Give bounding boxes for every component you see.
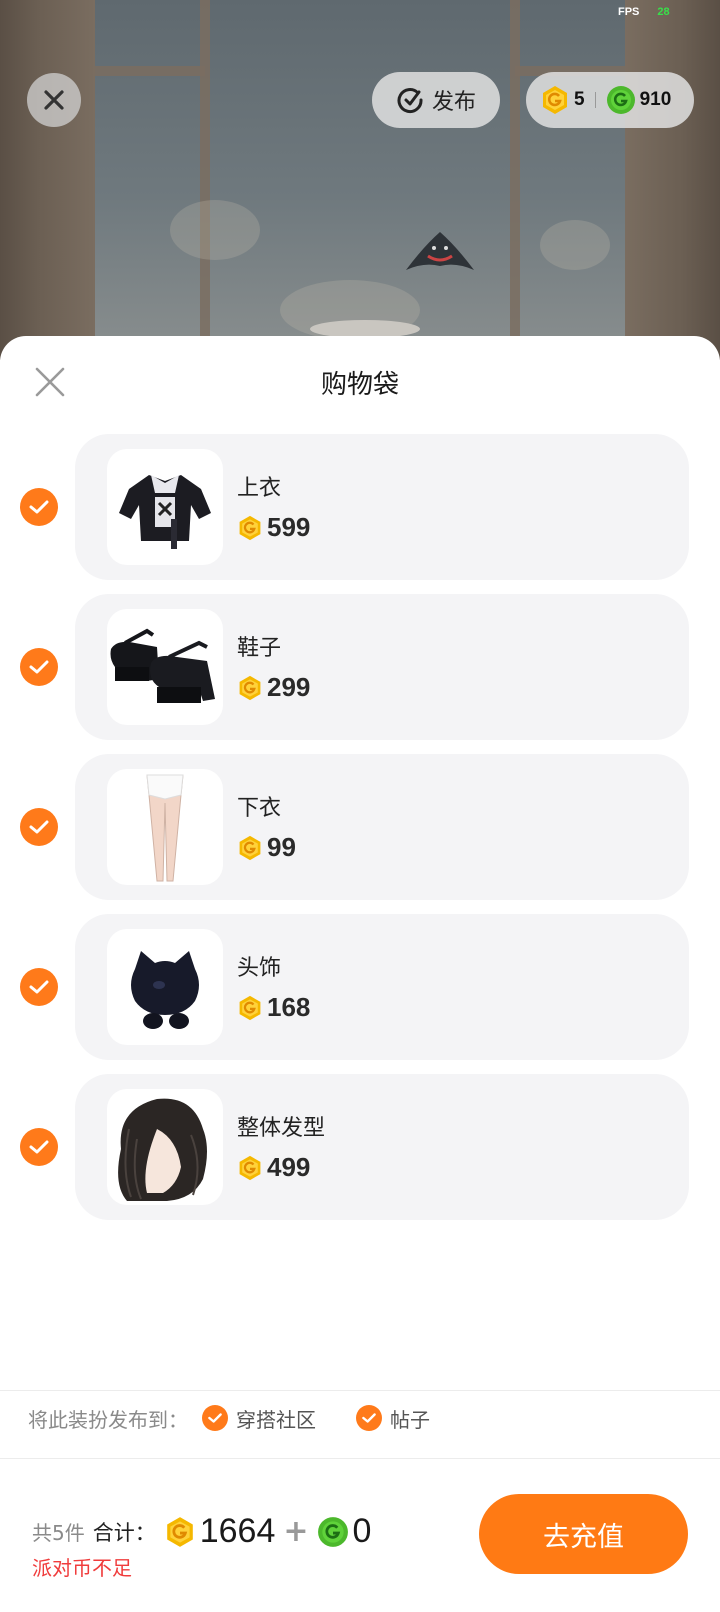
fps-counter: FPS 28 (618, 6, 670, 18)
item-name: 鞋子 (237, 636, 282, 661)
gold-coin-icon (237, 675, 263, 701)
tights-icon (146, 774, 184, 882)
gold-coin-balance: 5 (574, 89, 585, 110)
total-label: 合计： (92, 1520, 156, 1545)
currency-balance[interactable]: 5 910 (526, 72, 694, 128)
cart-item: 鞋子 299 (0, 594, 720, 740)
item-count: 共5件 (32, 1521, 85, 1545)
section-divider (0, 1390, 720, 1391)
item-checkbox[interactable] (20, 1128, 58, 1166)
item-thumbnail (107, 1089, 223, 1205)
publish-option-post[interactable]: 帖子 (356, 1404, 430, 1433)
cart-item: 上衣 599 (0, 434, 720, 580)
close-icon (44, 90, 64, 110)
avatar-scene-background (0, 0, 720, 360)
item-thumbnail (107, 929, 223, 1045)
cat-headpiece-icon (131, 951, 199, 1029)
checkmark-icon (29, 1140, 49, 1154)
green-coin-icon (606, 85, 636, 115)
section-divider (0, 1458, 720, 1459)
checkmark-icon (29, 660, 49, 674)
item-thumbnail (107, 449, 223, 565)
gold-coin-icon (237, 995, 263, 1021)
item-checkbox[interactable] (20, 968, 58, 1006)
gold-coin-icon (237, 515, 263, 541)
checkmark-icon (29, 980, 49, 994)
item-price: 299 (237, 672, 310, 703)
green-coin-balance: 910 (639, 89, 672, 110)
item-price: 599 (237, 512, 310, 543)
item-card[interactable]: 头饰 168 (75, 914, 689, 1060)
item-card[interactable]: 上衣 599 (75, 434, 689, 580)
item-thumbnail (107, 769, 223, 885)
sheet-title: 购物袋 (320, 370, 399, 400)
item-price-value: 99 (267, 832, 296, 862)
publish-to-row: 将此装扮发布到： 穿搭社区 帖子 (28, 1398, 430, 1438)
item-price: 168 (237, 992, 310, 1023)
item-name: 下衣 (237, 796, 282, 821)
checkmark-icon (29, 820, 49, 834)
green-coin-icon (317, 1516, 349, 1548)
publish-icon (397, 88, 423, 114)
item-price-value: 299 (267, 672, 311, 702)
publish-to-label: 将此装扮发布到： (28, 1407, 188, 1432)
item-checkbox[interactable] (20, 808, 58, 846)
plus-sign: + (283, 1514, 309, 1549)
shoes-icon (110, 628, 215, 703)
item-price-value: 168 (267, 992, 311, 1022)
item-name: 整体发型 (237, 1116, 326, 1141)
item-thumbnail (107, 609, 223, 725)
recharge-button[interactable]: 去充值 (479, 1494, 688, 1574)
fps-label: FPS (618, 6, 640, 18)
item-checkbox[interactable] (20, 488, 58, 526)
balance-divider (594, 92, 596, 108)
close-scene-button[interactable] (27, 73, 81, 127)
order-summary: 共5件 合计： 1664 + 0 派对币不足 (32, 1486, 452, 1580)
fps-value: 28 (657, 6, 670, 18)
item-checkbox[interactable] (20, 648, 58, 686)
checkmark-icon (202, 1405, 228, 1431)
shopping-bag-sheet: 购物袋 上衣 599 鞋子 299 下衣 99 头饰 168 整体发型 499 … (0, 336, 720, 1612)
green-total: 0 (352, 1512, 372, 1550)
gold-coin-icon (540, 85, 570, 115)
cart-item: 下衣 99 (0, 754, 720, 900)
shark-toy-icon (406, 232, 474, 270)
cart-item: 头饰 168 (0, 914, 720, 1060)
item-card[interactable]: 下衣 99 (75, 754, 689, 900)
checkmark-icon (356, 1405, 382, 1431)
item-price: 99 (237, 832, 296, 863)
item-name: 头饰 (237, 956, 282, 981)
gold-coin-icon (237, 835, 263, 861)
item-price: 499 (237, 1152, 310, 1183)
item-name: 上衣 (237, 476, 282, 501)
gold-total: 1664 (199, 1512, 276, 1550)
publish-option-outfit-community[interactable]: 穿搭社区 (202, 1404, 316, 1433)
item-card[interactable]: 整体发型 499 (75, 1074, 689, 1220)
checkmark-icon (29, 500, 49, 514)
publish-label: 发布 (431, 90, 476, 115)
cart-item: 整体发型 499 (0, 1074, 720, 1220)
publish-option-label: 穿搭社区 (236, 1407, 316, 1432)
publish-button[interactable]: 发布 (372, 72, 500, 128)
insufficient-coins-warning: 派对币不足 (32, 1556, 132, 1580)
item-price-value: 499 (267, 1152, 311, 1182)
item-card[interactable]: 鞋子 299 (75, 594, 689, 740)
gold-coin-icon (164, 1516, 196, 1548)
jacket-icon (119, 475, 211, 549)
publish-option-label: 帖子 (390, 1407, 430, 1432)
gold-coin-icon (237, 1155, 263, 1181)
item-price-value: 599 (267, 512, 311, 542)
hairstyle-icon (118, 1098, 207, 1201)
